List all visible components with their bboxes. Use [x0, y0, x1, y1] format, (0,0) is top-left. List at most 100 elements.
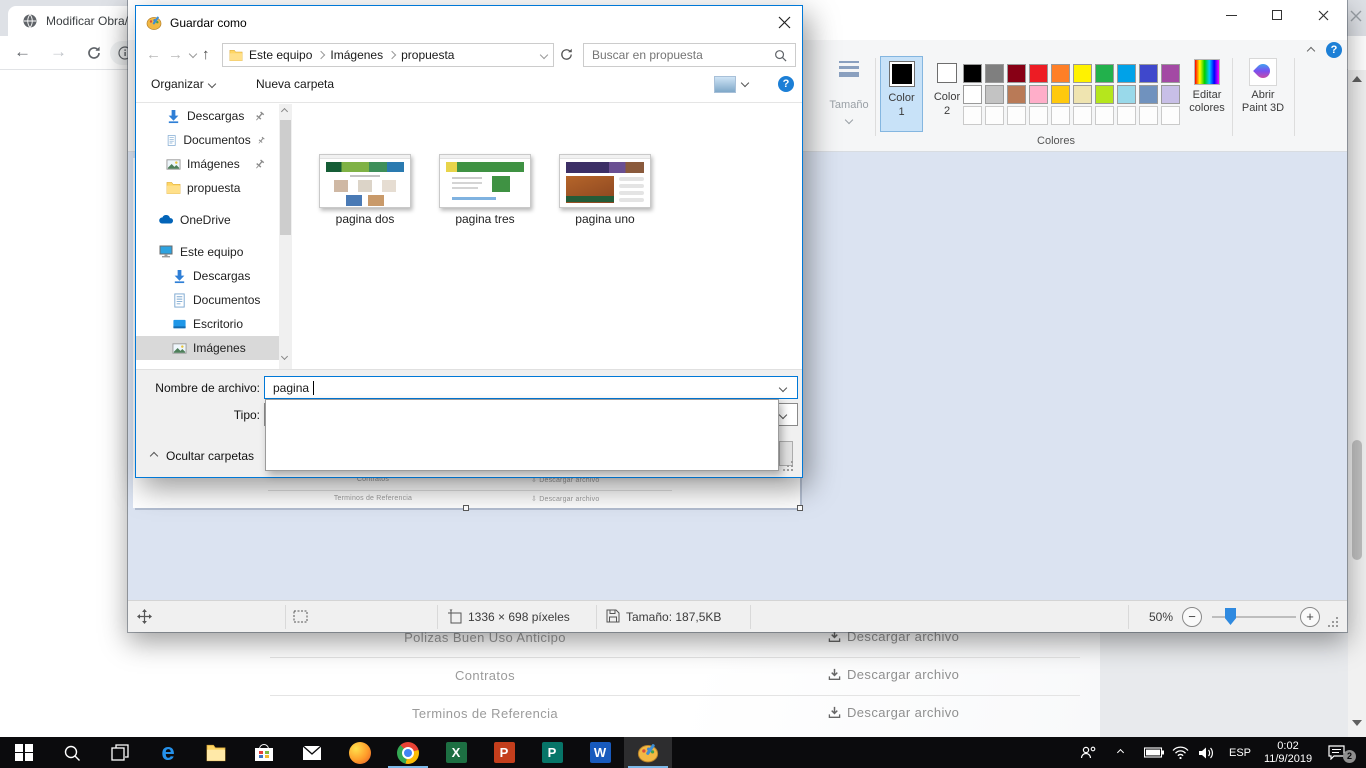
open-paint3d-button[interactable]: Abrir Paint 3D	[1238, 56, 1288, 134]
palette-swatch[interactable]	[1139, 85, 1158, 104]
dialog-resize-grip[interactable]	[791, 469, 793, 471]
dialog-help-icon[interactable]: ?	[778, 76, 794, 92]
scrollbar-thumb[interactable]	[280, 120, 291, 235]
view-dropdown-icon[interactable]	[741, 79, 749, 87]
palette-swatch[interactable]	[985, 64, 1004, 83]
start-button[interactable]	[0, 737, 48, 768]
palette-swatch[interactable]	[1095, 64, 1114, 83]
taskbar-chrome-icon[interactable]	[384, 737, 432, 768]
file-thumbnail-pagina-dos[interactable]	[319, 154, 411, 208]
palette-swatch[interactable]	[1117, 64, 1136, 83]
sidebar-item-descargas[interactable]: Descargas	[136, 104, 279, 128]
taskbar-word-icon[interactable]: W	[576, 737, 624, 768]
palette-empty-slot[interactable]	[1029, 106, 1048, 125]
organize-menu[interactable]: Organizar	[151, 77, 215, 91]
palette-empty-slot[interactable]	[1073, 106, 1092, 125]
sidebar-item-propuesta[interactable]: propuesta	[136, 176, 279, 200]
palette-swatch[interactable]	[1029, 85, 1048, 104]
browser-scrollbar[interactable]	[1348, 70, 1366, 737]
filename-suggestions-popup[interactable]	[265, 399, 779, 471]
nav-history-icon[interactable]	[189, 50, 197, 58]
show-hidden-icons-button[interactable]	[1118, 737, 1123, 768]
people-tray-icon[interactable]	[1080, 737, 1097, 768]
download-link[interactable]: Descargar archivo	[828, 667, 959, 682]
filename-dropdown-icon[interactable]	[779, 384, 787, 392]
palette-empty-slot[interactable]	[1117, 106, 1136, 125]
breadcrumb-item[interactable]: Este equipo	[249, 48, 312, 62]
file-name-label[interactable]: pagina dos	[319, 212, 411, 226]
palette-swatch[interactable]	[1051, 85, 1070, 104]
palette-swatch[interactable]	[1073, 64, 1092, 83]
color1-button[interactable]: Color 1	[880, 56, 923, 132]
zoom-in-button[interactable]: +	[1300, 607, 1320, 627]
sidebar-item-este-equipo[interactable]: Este equipo	[136, 240, 279, 264]
wifi-tray-icon[interactable]	[1172, 737, 1189, 768]
palette-swatch[interactable]	[963, 85, 982, 104]
minimize-button[interactable]	[1208, 0, 1254, 30]
sidebar-scrollbar[interactable]	[279, 104, 292, 369]
taskbar-excel-icon[interactable]: X	[432, 737, 480, 768]
taskbar-store-icon[interactable]	[240, 737, 288, 768]
palette-swatch[interactable]	[963, 64, 982, 83]
taskbar-paint-icon[interactable]	[624, 737, 672, 768]
task-view-button[interactable]	[96, 737, 144, 768]
file-name-label[interactable]: pagina uno	[559, 212, 651, 226]
canvas-resize-handle-bottom[interactable]	[463, 505, 469, 511]
taskbar-mail-icon[interactable]	[288, 737, 336, 768]
back-icon[interactable]: ←	[14, 42, 31, 62]
sidebar-item-documentos[interactable]: Documentos	[136, 128, 279, 152]
new-folder-button[interactable]: Nueva carpeta	[256, 77, 334, 91]
palette-swatch[interactable]	[1029, 64, 1048, 83]
taskbar-publisher-icon[interactable]: P	[528, 737, 576, 768]
taskbar-edge-icon[interactable]: e	[144, 737, 192, 768]
palette-swatch[interactable]	[1095, 85, 1114, 104]
file-name-label[interactable]: pagina tres	[439, 212, 531, 226]
maximize-button[interactable]	[1254, 0, 1300, 30]
search-input[interactable]	[592, 48, 762, 62]
collapse-ribbon-icon[interactable]	[1307, 47, 1315, 55]
palette-swatch[interactable]	[1161, 64, 1180, 83]
palette-empty-slot[interactable]	[985, 106, 1004, 125]
palette-swatch[interactable]	[985, 85, 1004, 104]
nav-up-icon[interactable]: ↑	[202, 43, 210, 67]
search-box[interactable]	[583, 43, 796, 67]
browser-close-icon[interactable]	[1350, 10, 1362, 22]
clock[interactable]: 0:02 11/9/2019	[1256, 737, 1320, 768]
nav-forward-icon[interactable]: →	[168, 43, 183, 67]
palette-empty-slot[interactable]	[1139, 106, 1158, 125]
palette-swatch[interactable]	[1161, 85, 1180, 104]
address-bar[interactable]: Este equipo Imágenes propuesta	[222, 43, 554, 67]
taskbar-powerpoint-icon[interactable]: P	[480, 737, 528, 768]
palette-swatch[interactable]	[1007, 64, 1026, 83]
sidebar-item-documentos-pc[interactable]: Documentos	[136, 288, 279, 312]
palette-empty-slot[interactable]	[1095, 106, 1114, 125]
breadcrumb-item[interactable]: Imágenes	[330, 48, 383, 62]
canvas-resize-handle-corner[interactable]	[797, 505, 803, 511]
language-indicator[interactable]: ESP	[1222, 737, 1258, 768]
sidebar-item-imagenes-pc[interactable]: Imágenes	[136, 336, 279, 360]
dialog-close-button[interactable]	[766, 6, 802, 38]
battery-tray-icon[interactable]	[1144, 737, 1164, 768]
scroll-up-icon[interactable]	[281, 108, 288, 115]
reload-icon[interactable]	[86, 45, 102, 61]
taskbar-file-explorer-icon[interactable]	[192, 737, 240, 768]
filename-input[interactable]: pagina	[264, 376, 798, 399]
color2-button[interactable]: Color 2	[928, 56, 966, 132]
zoom-slider-thumb[interactable]	[1225, 608, 1236, 625]
partial-button[interactable]	[779, 441, 793, 466]
palette-empty-slot[interactable]	[1051, 106, 1070, 125]
palette-swatch[interactable]	[1117, 85, 1136, 104]
size-button[interactable]: Tamaño	[827, 57, 871, 135]
edit-colors-button[interactable]: Editar colores	[1184, 56, 1230, 134]
breadcrumb-item[interactable]: propuesta	[401, 48, 454, 62]
sidebar-item-escritorio[interactable]: Escritorio	[136, 312, 279, 336]
view-mode-icon[interactable]	[714, 76, 736, 93]
palette-swatch[interactable]	[1139, 64, 1158, 83]
palette-swatch[interactable]	[1051, 64, 1070, 83]
refresh-button[interactable]	[559, 47, 574, 62]
scroll-down-icon[interactable]	[1352, 720, 1362, 726]
zoom-slider-track[interactable]	[1212, 616, 1296, 618]
taskbar-firefox-icon[interactable]	[336, 737, 384, 768]
download-link[interactable]: Descargar archivo	[828, 705, 959, 720]
scrollbar-thumb[interactable]	[1352, 440, 1362, 560]
